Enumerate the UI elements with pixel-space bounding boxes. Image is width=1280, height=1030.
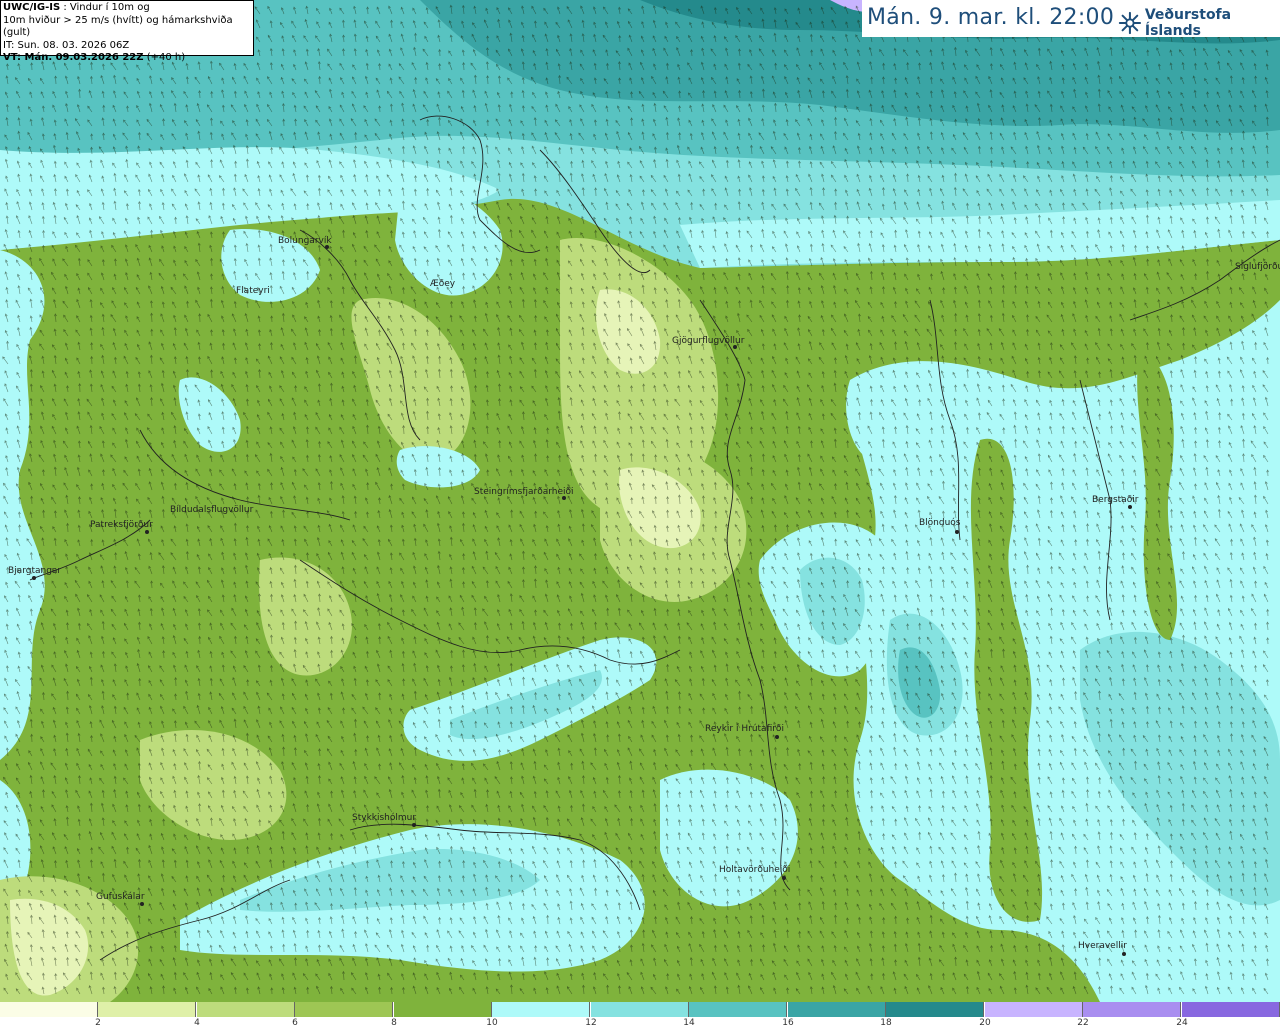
wind-map: Bolungarvík Flateyri Æðey Gjögurflugvöll…	[0, 0, 1280, 1002]
wind-field-svg	[0, 0, 1280, 1002]
